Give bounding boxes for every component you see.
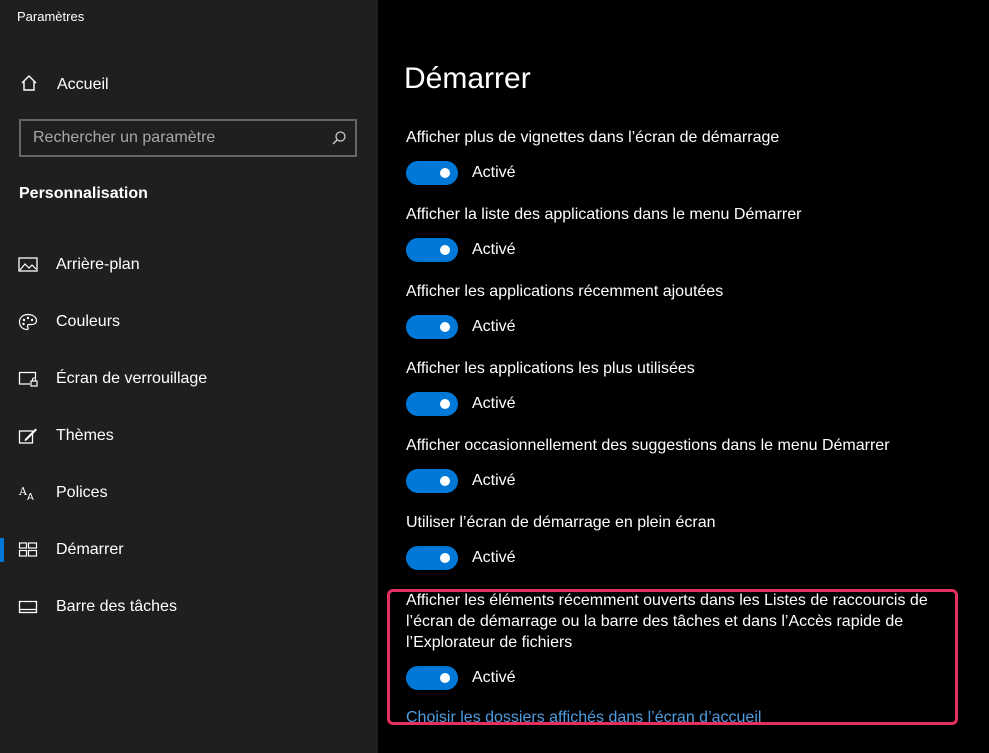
setting-suggestions: Afficher occasionnellement des suggestio… <box>406 435 966 493</box>
toggle-switch[interactable] <box>406 238 458 262</box>
home-icon <box>20 74 38 97</box>
sidebar-item-start[interactable]: Démarrer <box>0 530 378 570</box>
sidebar-item-label: Démarrer <box>56 541 124 558</box>
sidebar-item-label: Arrière-plan <box>56 256 140 273</box>
toggle-state-label: Activé <box>472 395 516 412</box>
setting-description: Afficher occasionnellement des suggestio… <box>406 437 890 454</box>
toggle-knob <box>440 476 450 486</box>
toggle-switch[interactable] <box>406 469 458 493</box>
search-input[interactable] <box>21 128 323 148</box>
sidebar: Paramètres Accueil Personnalisation Arri… <box>0 0 378 753</box>
toggle-knob <box>440 168 450 178</box>
toggle-switch[interactable] <box>406 161 458 185</box>
toggle-knob <box>440 399 450 409</box>
toggle-switch[interactable] <box>406 666 458 690</box>
setting-description: Afficher plus de vignettes dans l’écran … <box>406 129 780 146</box>
themes-icon <box>18 427 38 445</box>
toggle-state-label: Activé <box>472 318 516 335</box>
sidebar-item-taskbar[interactable]: Barre des tâches <box>0 587 378 627</box>
section-title: Personnalisation <box>19 185 148 202</box>
toggle-state-label: Activé <box>472 669 516 686</box>
setting-description: Afficher la liste des applications dans … <box>406 206 802 223</box>
sidebar-item-label: Couleurs <box>56 313 121 330</box>
sidebar-item-themes[interactable]: Thèmes <box>0 416 378 456</box>
image-icon <box>18 256 38 274</box>
setting-app-list: Afficher la liste des applications dans … <box>406 204 966 262</box>
sidebar-item-label: Thèmes <box>56 427 114 444</box>
app-title: Paramètres <box>17 9 85 24</box>
home-nav-item[interactable]: Accueil <box>20 72 109 98</box>
toggle-switch[interactable] <box>406 392 458 416</box>
toggle-switch[interactable] <box>406 315 458 339</box>
sidebar-item-lock-screen[interactable]: Écran de verrouillage <box>0 359 378 399</box>
setting-recently-added: Afficher les applications récemment ajou… <box>406 281 966 339</box>
search-box[interactable] <box>19 119 357 157</box>
choose-folders-link[interactable]: Choisir les dossiers affichés dans l’écr… <box>406 709 761 727</box>
toggle-knob <box>440 322 450 332</box>
toggle-state-label: Activé <box>472 472 516 489</box>
toggle-knob <box>440 673 450 683</box>
sidebar-item-label: Barre des tâches <box>56 598 177 615</box>
toggle-knob <box>440 553 450 563</box>
setting-more-tiles: Afficher plus de vignettes dans l’écran … <box>406 127 966 185</box>
palette-icon <box>18 313 38 331</box>
setting-full-screen-start: Utiliser l’écran de démarrage en plein é… <box>406 512 966 570</box>
sidebar-item-fonts[interactable]: AA Polices <box>0 473 378 513</box>
setting-recent-items-jump-lists: Afficher les éléments récemment ouverts … <box>406 590 946 690</box>
sidebar-item-colors[interactable]: Couleurs <box>0 302 378 342</box>
fonts-icon: AA <box>18 484 38 503</box>
page-title: Démarrer <box>404 62 531 95</box>
taskbar-icon <box>18 598 38 616</box>
start-icon <box>18 541 38 559</box>
main-content: Démarrer Afficher plus de vignettes dans… <box>378 0 989 753</box>
setting-description: Afficher les applications récemment ajou… <box>406 283 724 300</box>
sidebar-item-label: Polices <box>56 484 108 501</box>
toggle-knob <box>440 245 450 255</box>
home-label: Accueil <box>57 76 109 93</box>
lock-screen-icon <box>18 370 38 388</box>
setting-description: Afficher les applications les plus utili… <box>406 360 695 377</box>
sidebar-item-background[interactable]: Arrière-plan <box>0 245 378 285</box>
toggle-state-label: Activé <box>472 241 516 258</box>
setting-most-used: Afficher les applications les plus utili… <box>406 358 966 416</box>
toggle-state-label: Activé <box>472 549 516 566</box>
svg-text:A: A <box>27 492 34 502</box>
setting-description: Utiliser l’écran de démarrage en plein é… <box>406 514 716 531</box>
toggle-switch[interactable] <box>406 546 458 570</box>
sidebar-item-label: Écran de verrouillage <box>56 370 208 387</box>
toggle-state-label: Activé <box>472 164 516 181</box>
search-icon[interactable] <box>323 130 355 146</box>
setting-description: Afficher les éléments récemment ouverts … <box>406 592 928 651</box>
